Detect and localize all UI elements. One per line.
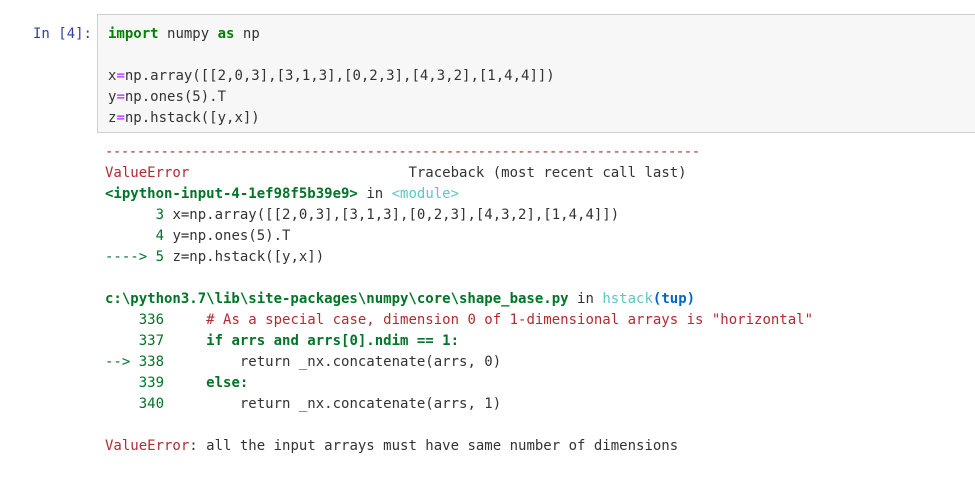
frame2-header: c:\python3.7\lib\site-packages\numpy\cor… [105, 289, 813, 310]
keyword-as: as [217, 26, 235, 42]
frame2-line-336: 336 # As a special case, dimension 0 of … [105, 310, 813, 331]
ipython-input-name: <ipython-input-4-1ef98f5b39e9> [105, 186, 358, 202]
error-name: ValueError [105, 165, 190, 181]
in-word: in [366, 186, 384, 202]
alias-name: np [242, 26, 260, 42]
source-code: return _nx.concatenate(arrs, 1) [172, 396, 502, 412]
traceback-output: ----------------------------------------… [105, 142, 813, 457]
code-editor[interactable]: import numpy as np x=np.array([[2,0,3],[… [108, 24, 555, 129]
module-name: numpy [167, 26, 210, 42]
frame2-line-340: 340 return _nx.concatenate(arrs, 1) [105, 394, 813, 415]
line-number: 336 [105, 312, 173, 328]
traceback-header-line: ValueError Traceback (most recent call l… [105, 163, 813, 184]
final-error-message: : all the input arrays must have same nu… [189, 438, 679, 454]
traceback-separator: ----------------------------------------… [105, 144, 700, 160]
module-label: <module> [391, 186, 460, 202]
assign-op: = [116, 89, 125, 105]
current-line-arrow: --> 338 [105, 354, 173, 370]
frame1-line-5-current: ----> 5 z=np.hstack([y,x]) [105, 247, 813, 268]
code-z-expr: np.hstack([y,x]) [124, 110, 260, 126]
line-number: 339 [105, 375, 173, 391]
code-x-expr: np.array([[2,0,3],[3,1,3],[0,2,3],[4,3,2… [124, 68, 555, 84]
source-code: x=np.array([[2,0,3],[3,1,3],[0,2,3],[4,3… [172, 207, 620, 223]
line-number: 3 [105, 207, 173, 223]
source-code: y=np.ones(5).T [172, 228, 291, 244]
frame1-line-3: 3 x=np.array([[2,0,3],[3,1,3],[0,2,3],[4… [105, 205, 813, 226]
line-number: 340 [105, 396, 173, 412]
assign-op: = [116, 110, 125, 126]
source-comment: # As a special case, dimension 0 of 1-di… [172, 312, 814, 328]
frame2-line-337: 337 if arrs and arrs[0].ndim == 1: [105, 331, 813, 352]
input-prompt: In [4]: [32, 26, 92, 42]
code-input-area[interactable]: import numpy as np x=np.array([[2,0,3],[… [97, 14, 975, 133]
file-path: c:\python3.7\lib\site-packages\numpy\cor… [105, 291, 569, 307]
code-y-expr: np.ones(5).T [124, 89, 227, 105]
function-args: (tup) [652, 291, 696, 307]
assign-op: = [116, 68, 125, 84]
source-code: if arrs and arrs[0].ndim == 1: [172, 333, 460, 349]
current-line-arrow: ----> 5 [105, 249, 173, 265]
source-code: return _nx.concatenate(arrs, 0) [172, 354, 502, 370]
final-error-name: ValueError [105, 438, 190, 454]
code-line-1: import numpy as np [108, 24, 555, 45]
code-line-2: x=np.array([[2,0,3],[3,1,3],[0,2,3],[4,3… [108, 66, 555, 87]
code-line-4: z=np.hstack([y,x]) [108, 108, 555, 129]
line-number: 337 [105, 333, 173, 349]
frame2-line-339: 339 else: [105, 373, 813, 394]
keyword-import: import [108, 26, 159, 42]
frame1-header: <ipython-input-4-1ef98f5b39e9> in <modul… [105, 184, 813, 205]
source-code: else: [172, 375, 249, 391]
final-error-line: ValueError: all the input arrays must ha… [105, 436, 813, 457]
in-word: in [577, 291, 594, 307]
code-line-3: y=np.ones(5).T [108, 87, 555, 108]
frame2-line-338-current: --> 338 return _nx.concatenate(arrs, 0) [105, 352, 813, 373]
source-code: z=np.hstack([y,x]) [172, 249, 325, 265]
function-name: hstack [602, 291, 653, 307]
line-number: 4 [105, 228, 173, 244]
traceback-header: Traceback (most recent call last) [408, 165, 687, 181]
frame1-line-4: 4 y=np.ones(5).T [105, 226, 813, 247]
